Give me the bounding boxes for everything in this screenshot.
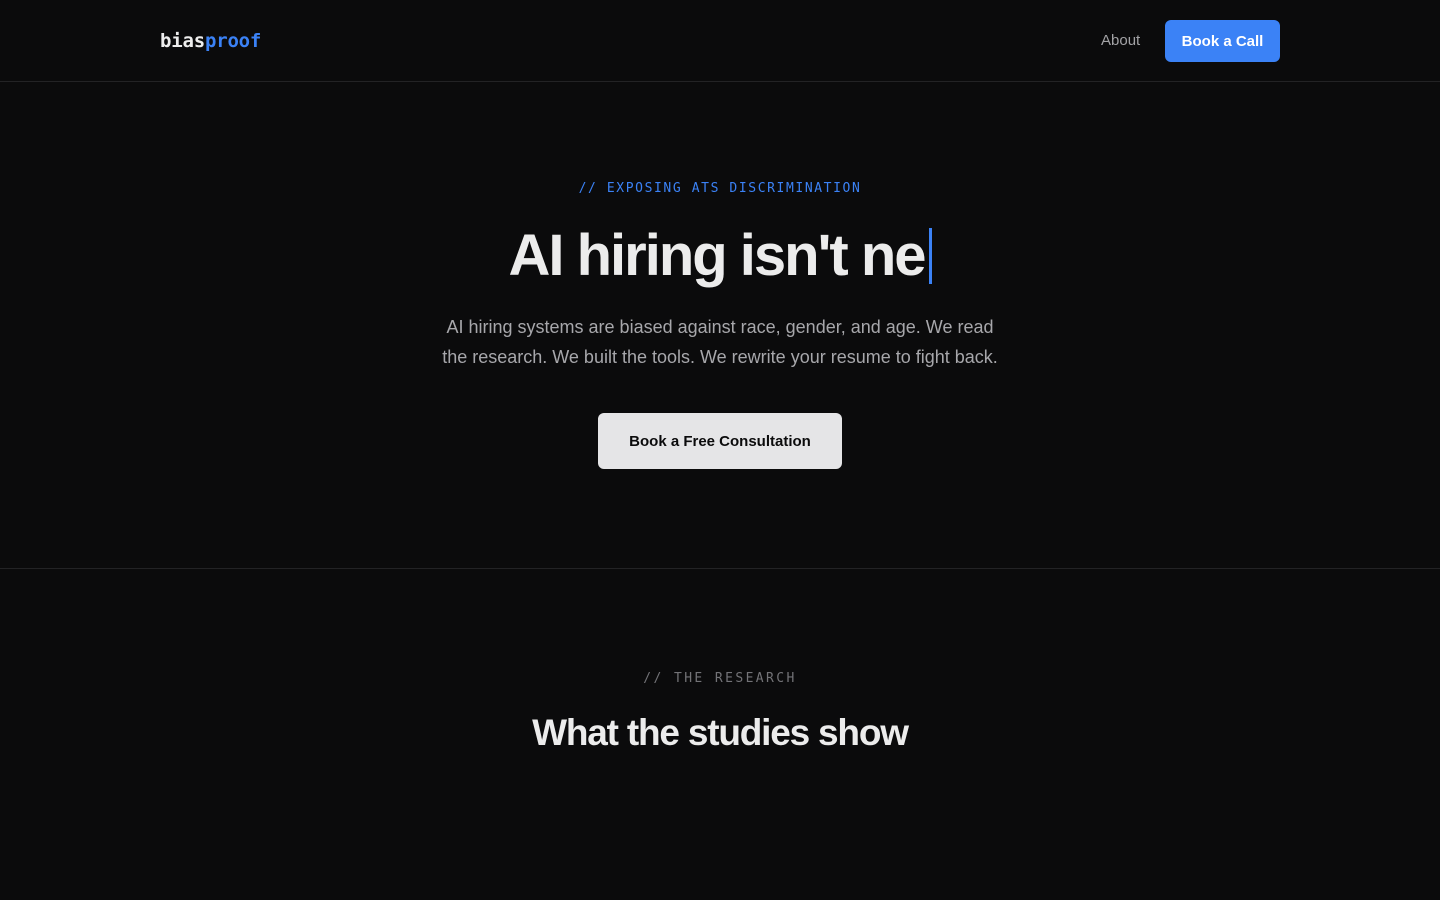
research-title: What the studies show — [532, 712, 909, 753]
hero-subtext: AI hiring systems are biased against rac… — [0, 312, 1440, 372]
research-eyebrow: // THE RESEARCH — [643, 671, 797, 686]
nav-link-about[interactable]: About — [1101, 31, 1140, 51]
logo-text-proof: proof — [204, 30, 262, 52]
book-free-consultation-button[interactable]: Book a Free Consultation — [598, 413, 842, 469]
site-header: biasproof About Book a Call — [0, 0, 1440, 82]
hero-headline: AI hiring isn't ne — [0, 223, 1440, 289]
hero-eyebrow: // EXPOSING ATS DISCRIMINATION — [578, 181, 862, 196]
book-a-call-button[interactable]: Book a Call — [1165, 20, 1280, 62]
hero-subtext-line-1: AI hiring systems are biased against rac… — [446, 317, 994, 337]
hero-section: // EXPOSING ATS DISCRIMINATION AI hiring… — [0, 83, 1440, 569]
hero-subtext-line-2: the research. We built the tools. We rew… — [442, 347, 998, 367]
typing-caret — [928, 228, 932, 284]
research-section: // THE RESEARCH What the studies show — [0, 570, 1440, 900]
logo[interactable]: biasproof — [160, 29, 261, 53]
logo-text-bias: bias — [160, 30, 205, 52]
hero-headline-text: AI hiring isn't ne — [508, 223, 926, 288]
